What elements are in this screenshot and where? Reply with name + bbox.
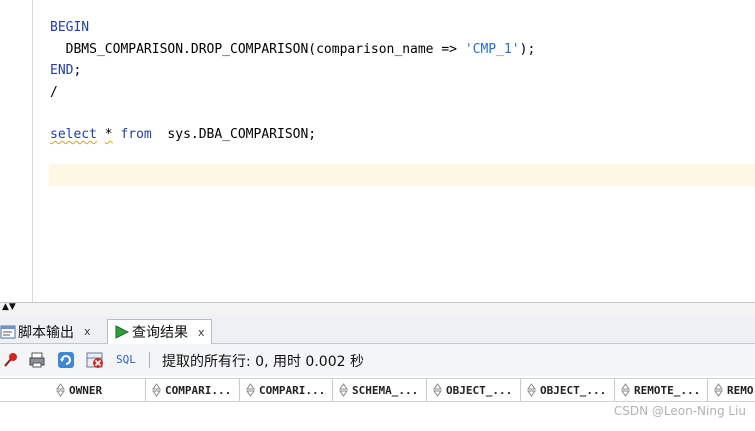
code-token: DBMS_COMPARISON.DROP_COMPARISON(comparis… (50, 42, 465, 57)
sort-arrows-icon[interactable] (56, 383, 65, 397)
results-toolbar: SQL 提取的所有行: 0, 用时 0.002 秒 (0, 344, 755, 376)
script-output-icon (0, 325, 16, 338)
code-line[interactable]: select * from sys.DBA_COMPARISON; (50, 127, 316, 143)
tab-script-output[interactable]: 脚本输出 x (0, 319, 97, 344)
column-header[interactable]: SCHEMA_... (333, 379, 427, 401)
column-header-label: COMPARI... (165, 383, 232, 397)
code-line[interactable]: DBMS_COMPARISON.DROP_COMPARISON(comparis… (50, 42, 536, 58)
watermark: CSDN @Leon-Ning Liu (613, 404, 746, 418)
column-header-label: OBJECT_... (540, 383, 607, 397)
code-token: 'CMP_1' (464, 42, 520, 57)
code-line[interactable]: / (50, 85, 58, 101)
column-header[interactable]: COMPARI... (240, 379, 333, 401)
column-header[interactable]: OWNER (50, 379, 146, 401)
code-token: select (50, 127, 97, 142)
close-icon[interactable]: x (198, 326, 205, 339)
code-token: from (120, 127, 152, 142)
editor-gutter-divider (32, 0, 33, 302)
sort-arrows-icon[interactable] (621, 383, 630, 397)
column-header[interactable]: OBJECT_... (521, 379, 615, 401)
sort-arrows-icon[interactable] (246, 383, 255, 397)
tab-query-result[interactable]: 查询结果 x (107, 319, 212, 344)
pin-icon[interactable] (2, 351, 20, 369)
code-line[interactable]: END; (50, 63, 81, 79)
code-token: / (50, 85, 58, 100)
column-header-label: OWNER (69, 383, 103, 397)
column-header-label: REMO (727, 383, 754, 397)
run-play-icon (115, 325, 130, 339)
panel-splitter[interactable]: ▲▼ (0, 302, 755, 316)
results-grid-header: OWNER COMPARI... COMPARI... SCHEMA_... O… (0, 378, 755, 402)
results-tabbar: 脚本输出 x 查询结果 x (0, 316, 755, 344)
sql-editor[interactable]: BEGIN DBMS_COMPARISON.DROP_COMPARISON(co… (0, 0, 755, 302)
column-header-label: REMOTE_... (634, 383, 701, 397)
column-header[interactable]: COMPARI... (146, 379, 240, 401)
code-token: BEGIN (50, 20, 90, 35)
close-icon[interactable]: x (84, 325, 91, 338)
code-line[interactable]: BEGIN (50, 20, 89, 36)
code-token: END (50, 63, 74, 78)
column-header[interactable]: REMO (708, 379, 755, 401)
sql-button[interactable]: SQL (116, 353, 136, 366)
print-icon[interactable] (28, 351, 46, 369)
column-header-label: COMPARI... (259, 383, 326, 397)
column-header-label: OBJECT_... (446, 383, 513, 397)
refresh-icon[interactable] (57, 351, 75, 369)
sort-arrows-icon[interactable] (433, 383, 442, 397)
collapse-arrows-icon[interactable]: ▲▼ (2, 303, 16, 312)
sort-arrows-icon[interactable] (152, 383, 161, 397)
sort-arrows-icon[interactable] (714, 383, 723, 397)
column-header[interactable]: OBJECT_... (427, 379, 521, 401)
fetch-status-text: 提取的所有行: 0, 用时 0.002 秒 (162, 354, 364, 370)
sort-arrows-icon[interactable] (339, 383, 348, 397)
tab-script-output-label: 脚本输出 (18, 324, 74, 341)
code-token: * (104, 127, 113, 142)
current-line-highlight (49, 164, 755, 186)
code-token: ); (519, 42, 536, 57)
column-header-label: SCHEMA_... (352, 383, 419, 397)
code-token: ; (73, 63, 82, 78)
tab-query-result-label: 查询结果 (132, 325, 188, 341)
toolbar-separator (149, 352, 150, 368)
cancel-query-icon[interactable] (86, 351, 104, 369)
column-header[interactable]: REMOTE_... (615, 379, 708, 401)
code-token: sys.DBA_COMPARISON; (151, 127, 317, 142)
sort-arrows-icon[interactable] (527, 383, 536, 397)
